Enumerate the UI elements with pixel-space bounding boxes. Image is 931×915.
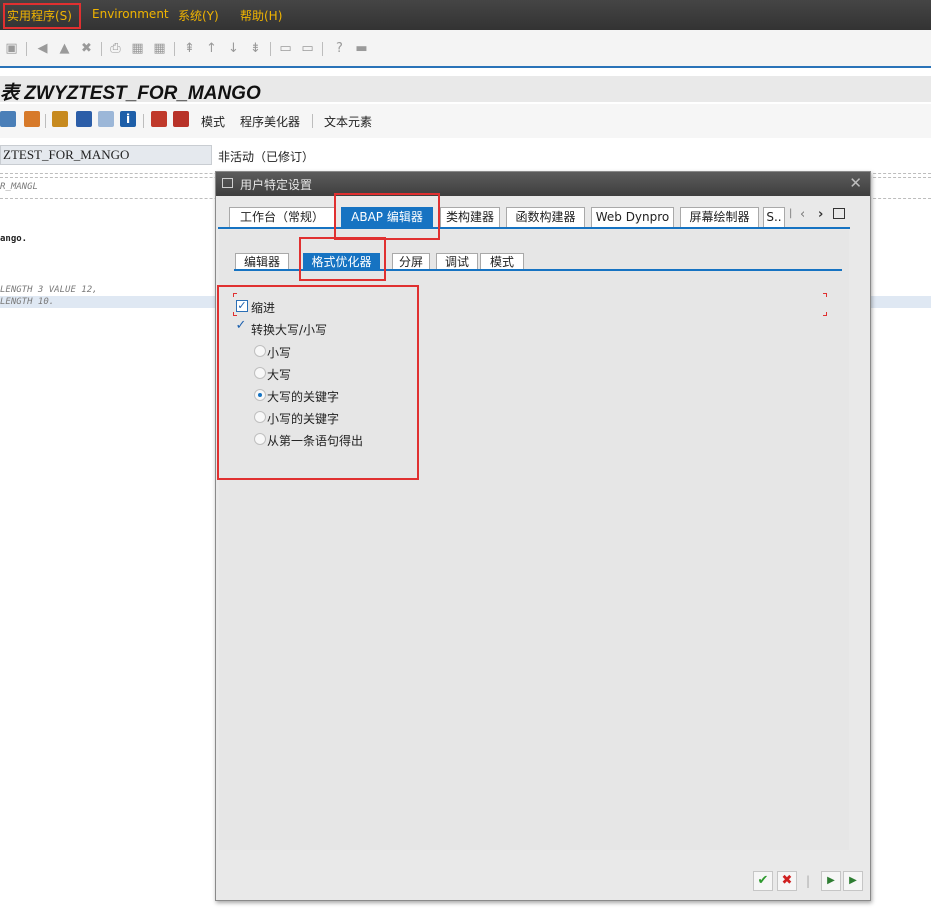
tab-split-screen[interactable]: 分屏 xyxy=(392,253,430,270)
test-icon[interactable] xyxy=(151,111,167,127)
tab-scroll-right-icon[interactable]: › xyxy=(818,207,823,222)
layout-menu-icon[interactable]: ▬ xyxy=(354,41,369,56)
tab-more[interactable]: S.. xyxy=(763,207,785,227)
help-icon[interactable]: ? xyxy=(332,41,347,56)
code-line: ango. xyxy=(0,234,28,244)
program-status: 非活动（已修订） xyxy=(218,150,315,164)
close-icon[interactable]: ✕ xyxy=(849,174,862,192)
display-object-list-icon[interactable] xyxy=(0,111,16,127)
new-session-icon[interactable]: ▭ xyxy=(278,41,293,56)
info-icon[interactable]: i xyxy=(120,111,136,127)
tab-scroll-left-icon[interactable]: ‹ xyxy=(800,207,805,222)
standard-toolbar: ▣ ◀ ▲ ✖ ⎙ ▦ ▦ ⇞ ↑ ↓ ⇟ ▭ ▭ ? ▬ xyxy=(0,30,931,67)
tab-scroll-divider-icon: | xyxy=(789,208,793,219)
focus-corner xyxy=(823,293,827,297)
highlight-box-abap-editor-tab xyxy=(334,193,440,240)
program-name: ZTEST_FOR_MANGO xyxy=(3,147,130,162)
program-name-field[interactable]: ZTEST_FOR_MANGO xyxy=(0,145,212,165)
find-icon[interactable]: ▦ xyxy=(130,41,145,56)
cancel-icon[interactable]: ✖ xyxy=(777,871,797,891)
prev-page-icon[interactable]: ↑ xyxy=(204,41,219,56)
menu-environment[interactable]: Environment xyxy=(92,7,169,21)
dialog-footer: ✔ ✖ | ▶ ▶ xyxy=(216,862,870,900)
toolbar-divider xyxy=(0,66,931,68)
code-line: LENGTH 3 VALUE 12, xyxy=(0,285,98,295)
toolbar-separator xyxy=(143,114,144,128)
pretty-printer-button[interactable]: 程序美化器 xyxy=(240,113,300,130)
tab-editor[interactable]: 编辑器 xyxy=(235,253,289,270)
page-title: 表 ZWYZTEST_FOR_MANGO xyxy=(0,83,261,104)
save-icon[interactable]: ▣ xyxy=(4,41,19,56)
find-next-icon[interactable]: ▦ xyxy=(152,41,167,56)
toolbar-separator xyxy=(45,114,46,128)
application-toolbar: i 模式 程序美化器 文本元素 xyxy=(0,104,931,138)
tab-class-builder[interactable]: 类构建器 xyxy=(440,207,500,227)
print-icon[interactable]: ⎙ xyxy=(108,41,123,56)
toolbar-separator xyxy=(322,42,323,56)
toolbar-separator xyxy=(270,42,271,56)
last-page-icon[interactable]: ⇟ xyxy=(248,41,263,56)
tab-pattern[interactable]: 模式 xyxy=(480,253,524,270)
window-icon[interactable] xyxy=(98,111,114,127)
highlight-box-options xyxy=(217,285,419,480)
mode-button[interactable]: 模式 xyxy=(201,113,225,130)
tab-screen-painter[interactable]: 屏幕绘制器 xyxy=(680,207,759,227)
cancel-icon[interactable]: ✖ xyxy=(79,41,94,56)
code-line: R_MANGL xyxy=(0,182,38,192)
toolbar-separator xyxy=(26,42,27,56)
program-row: ZTEST_FOR_MANGO 非活动（已修订） xyxy=(0,145,931,167)
highlight-box-menu xyxy=(3,3,81,29)
tab-web-dynpro[interactable]: Web Dynpro xyxy=(591,207,674,227)
hierarchy-icon[interactable] xyxy=(52,111,68,127)
dialog-window-icon xyxy=(222,178,233,188)
menu-help[interactable]: 帮助(H) xyxy=(240,7,282,24)
toolbar-separator xyxy=(101,42,102,56)
exit-icon[interactable]: ▲ xyxy=(57,41,72,56)
dialog-title: 用户特定设置 xyxy=(240,178,313,192)
shortcut-icon[interactable]: ▭ xyxy=(300,41,315,56)
tab-debugging[interactable]: 调试 xyxy=(436,253,478,270)
next-page-icon[interactable]: ↓ xyxy=(226,41,241,56)
footer-separator: | xyxy=(806,874,811,888)
menu-system[interactable]: 系统(Y) xyxy=(178,7,219,24)
text-elements-button[interactable]: 文本元素 xyxy=(324,113,372,130)
import-icon[interactable]: ▶ xyxy=(821,871,841,891)
title-bar: 表 ZWYZTEST_FOR_MANGO xyxy=(0,76,931,104)
debug-icon[interactable] xyxy=(173,111,189,127)
highlight-box-pretty-printer-tab xyxy=(299,237,386,281)
back-icon[interactable]: ◀ xyxy=(35,41,50,56)
dialog-header[interactable]: 用户特定设置 ✕ xyxy=(216,172,870,196)
focus-corner xyxy=(823,312,827,316)
where-used-icon[interactable] xyxy=(76,111,92,127)
navigation-icon[interactable] xyxy=(24,111,40,127)
confirm-icon[interactable]: ✔ xyxy=(753,871,773,891)
tab-workbench[interactable]: 工作台（常规） xyxy=(229,207,335,227)
tab-list-icon[interactable] xyxy=(833,208,845,219)
toolbar-separator xyxy=(174,42,175,56)
export-icon[interactable]: ▶ xyxy=(843,871,863,891)
tab-function-builder[interactable]: 函数构建器 xyxy=(506,207,585,227)
main-tab-underline xyxy=(218,227,850,229)
first-page-icon[interactable]: ⇞ xyxy=(182,41,197,56)
toolbar-separator xyxy=(312,114,313,128)
code-line: LENGTH 10. xyxy=(0,297,55,307)
menu-bar: 实用程序(S) Environment 系统(Y) 帮助(H) xyxy=(0,0,931,30)
